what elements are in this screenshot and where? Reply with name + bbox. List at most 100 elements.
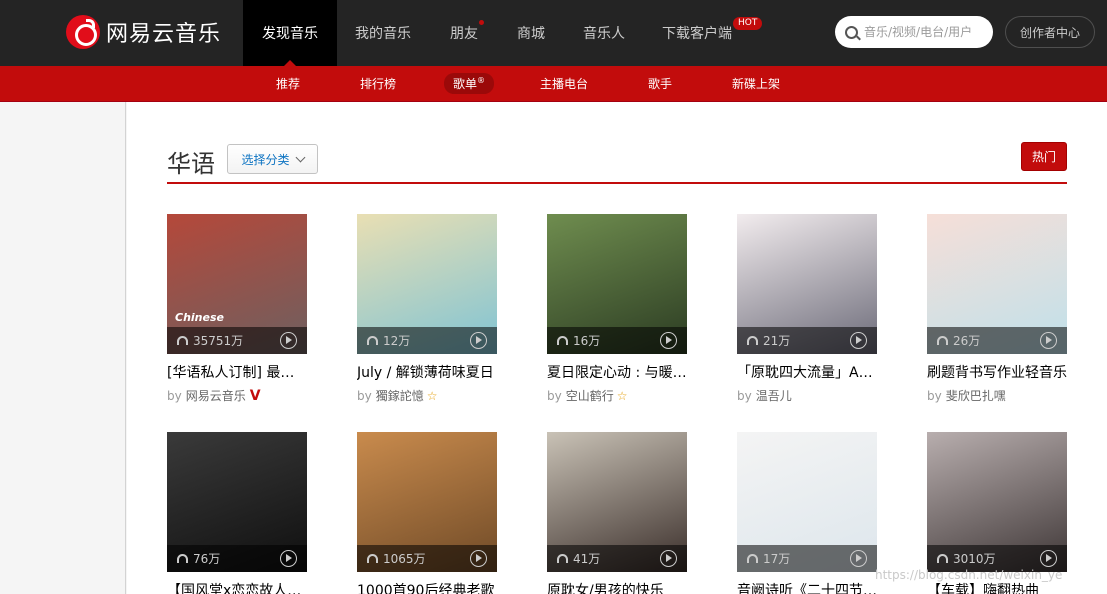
play-icon[interactable] [850,332,867,349]
cover-info-bar: 17万 [737,545,877,572]
playlist-title[interactable]: 「原耽四大流量」ABO [737,363,877,383]
hot-sort-button[interactable]: 热门 [1021,142,1067,171]
play-icon[interactable] [470,332,487,349]
nav-friends[interactable]: 朋友 [429,0,499,66]
sub-nav: 推荐 排行榜 歌单® 主播电台 歌手 新碟上架 [0,66,1107,102]
creator-name[interactable]: 网易云音乐 [186,388,246,404]
cover-info-bar: 35751万 [167,327,307,354]
creator-name[interactable]: 斐欣巴扎嘿 [946,388,1006,404]
play-icon[interactable] [280,332,297,349]
nav-store[interactable]: 商城 [499,0,563,66]
star-icon: ☆ [426,389,438,403]
playlist-creator: by 温吾儿 [737,388,877,404]
playlist-title[interactable]: 【车载】嗨翻热曲 [927,581,1067,594]
playlist-card[interactable]: 1065万 1000首90后经典老歌 [357,432,497,594]
play-count: 76万 [193,552,221,566]
playlist-card[interactable]: 76万【国风堂x恋恋故人难】 [167,432,307,594]
page-title: 华语 [167,150,215,178]
subnav-recommend[interactable]: 推荐 [276,66,300,100]
play-icon[interactable] [1040,550,1057,567]
playlist-card[interactable]: 12万 July / 解锁薄荷味夏日 by 獨鎵詑憶 ☆ [357,214,497,404]
select-category-button[interactable]: 选择分类 [227,144,318,174]
playlist-cover[interactable]: 12万 [357,214,497,354]
headphones-icon [367,554,378,563]
headphones-icon [557,554,568,563]
netease-logo-icon [66,15,100,49]
nav-musicians[interactable]: 音乐人 [563,0,645,66]
playlist-cover[interactable]: 76万 [167,432,307,572]
logo[interactable]: 网易云音乐 [66,15,221,49]
play-count: 3010万 [953,552,996,566]
cover-info-bar: 16万 [547,327,687,354]
cover-info-bar: 21万 [737,327,877,354]
by-label: by [927,389,942,403]
playlist-title[interactable]: 音阙诗听《二十四节气》 [737,581,877,594]
play-icon[interactable] [850,550,867,567]
creator-name[interactable]: 獨鎵詑憶 [376,388,424,404]
play-count: 1065万 [383,552,426,566]
playlist-cover[interactable]: Chinese 35751万 [167,214,307,354]
playlist-cover[interactable]: 17万 [737,432,877,572]
main-content: 华语 选择分类 热门 Chinese 35751万 [华语私人订制] 最懂你的华语推… [127,102,1107,594]
playlist-cover[interactable]: 1065万 [357,432,497,572]
by-label: by [547,389,562,403]
hot-badge: HOT [733,17,763,30]
playlist-title[interactable]: 刷题背书写作业轻音乐 [927,363,1067,383]
playlist-card[interactable]: 17万音阙诗听《二十四节气》 [737,432,877,594]
main-nav: 发现音乐 我的音乐 朋友 商城 音乐人 下载客户端 HOT [243,0,763,66]
play-icon[interactable] [280,550,297,567]
nav-discover-music[interactable]: 发现音乐 [243,0,337,66]
headphones-icon [177,554,188,563]
playlist-cover[interactable]: 41万 [547,432,687,572]
subnav-playlists-pill: 歌单® [444,72,495,94]
subnav-charts[interactable]: 排行榜 [360,66,396,100]
subnav-new-albums[interactable]: 新碟上架 [732,66,780,100]
playlist-title[interactable]: [华语私人订制] 最懂你的华语推荐 [167,363,307,383]
playlist-card[interactable]: 26万刷题背书写作业轻音乐 by 斐欣巴扎嘿 [927,214,1067,404]
playlist-creator: by 斐欣巴扎嘿 [927,388,1067,404]
star-icon: ☆ [616,389,628,403]
creator-name[interactable]: 空山鹤行 [566,388,614,404]
creator-center-button[interactable]: 创作者中心 [1005,16,1095,48]
title-divider [167,182,1067,184]
playlist-cover[interactable]: 26万 [927,214,1067,354]
play-icon[interactable] [660,332,677,349]
nav-download-label: 下载客户端 [662,26,732,42]
nav-my-music[interactable]: 我的音乐 [337,0,429,66]
playlist-card[interactable]: 41万原耽女/男孩的快乐 [547,432,687,594]
subnav-artists[interactable]: 歌手 [648,66,672,100]
by-label: by [357,389,372,403]
search-input[interactable] [864,25,989,39]
playlist-card[interactable]: 21万「原耽四大流量」ABO by 温吾儿 [737,214,877,404]
subnav-radio[interactable]: 主播电台 [540,66,588,100]
creator-name[interactable]: 温吾儿 [756,388,792,404]
play-icon[interactable] [1040,332,1057,349]
playlist-creator: by 空山鹤行 ☆ [547,388,687,404]
playlist-cover[interactable]: 21万 [737,214,877,354]
playlist-title[interactable]: July / 解锁薄荷味夏日 [357,363,497,383]
playlist-title[interactable]: 原耽女/男孩的快乐 [547,581,687,594]
headphones-icon [937,336,948,345]
cover-info-bar: 41万 [547,545,687,572]
subnav-playlists[interactable]: 歌单® [444,66,495,100]
playlist-title[interactable]: 【国风堂x恋恋故人难】 [167,581,307,594]
cover-info-bar: 76万 [167,545,307,572]
play-icon[interactable] [660,550,677,567]
headphones-icon [177,336,188,345]
playlist-card[interactable]: Chinese 35751万 [华语私人订制] 最懂你的华语推荐 by 网易云音乐V [167,214,307,404]
playlist-title[interactable]: 夏日限定心动 : 与暖阳撞个满怀 [547,363,687,383]
select-category-label: 选择分类 [241,152,290,167]
nav-download-client[interactable]: 下载客户端 HOT [645,0,763,66]
playlist-card[interactable]: 16万夏日限定心动 : 与暖阳撞个满怀 by 空山鹤行☆ [547,214,687,404]
play-count: 12万 [383,334,411,348]
search-box[interactable] [835,16,993,48]
playlist-cover[interactable]: 3010万 [927,432,1067,572]
left-gutter [0,102,126,594]
search-icon [845,25,858,39]
playlist-cover[interactable]: 16万 [547,214,687,354]
play-count: 26万 [953,334,981,348]
play-count: 35751万 [193,334,244,348]
play-icon[interactable] [470,550,487,567]
playlist-title[interactable]: 1000首90后经典老歌 [357,581,497,594]
cover-tag: Chinese [175,311,224,324]
